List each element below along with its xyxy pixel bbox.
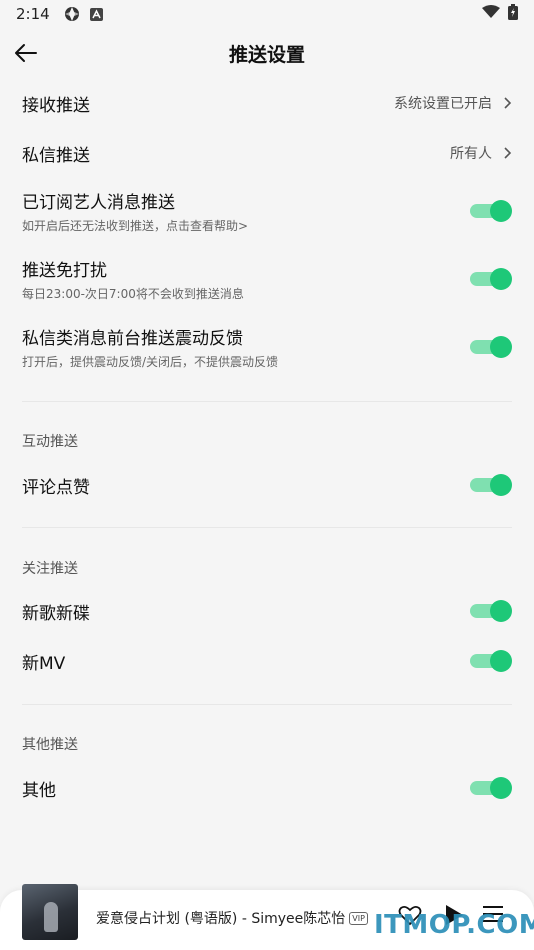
status-bar: 2:14 bbox=[0, 0, 534, 28]
back-button[interactable] bbox=[12, 39, 40, 67]
battery-icon bbox=[508, 4, 518, 24]
dm-vibrate-label: 私信类消息前台推送震动反馈 bbox=[22, 329, 243, 349]
dm-push-audience: 所有人 bbox=[450, 146, 492, 162]
artist-push-row: 已订阅艺人消息推送 如开启后还无法收到推送，点击查看帮助> bbox=[0, 186, 534, 236]
comment-likes-label: 评论点赞 bbox=[22, 477, 90, 498]
album-art[interactable] bbox=[22, 884, 78, 940]
app-bar: 推送设置 bbox=[0, 28, 534, 78]
other-label: 其他 bbox=[22, 780, 56, 801]
section-header-other: 其他推送 bbox=[22, 737, 78, 753]
toggle-knob bbox=[490, 777, 512, 799]
dnd-row: 推送免打扰 每日23:00-次日7:00将不会收到推送消息 bbox=[0, 254, 534, 304]
divider bbox=[22, 704, 512, 705]
dm-vibrate-description: 打开后，提供震动反馈/关闭后，不提供震动反馈 bbox=[22, 355, 279, 369]
toggle-knob bbox=[490, 474, 512, 496]
chevron-right-icon bbox=[504, 147, 512, 159]
toggle-knob bbox=[490, 336, 512, 358]
new-mv-label: 新MV bbox=[22, 653, 66, 674]
comment-likes-toggle[interactable] bbox=[470, 473, 512, 497]
wifi-icon bbox=[482, 5, 500, 23]
status-time: 2:14 bbox=[16, 5, 50, 23]
artist-push-help-link[interactable]: 如开启后还无法收到推送，点击查看帮助> bbox=[22, 217, 248, 234]
comment-likes-row: 评论点赞 bbox=[0, 462, 534, 508]
receive-push-status: 系统设置已开启 bbox=[394, 96, 492, 112]
new-mv-toggle[interactable] bbox=[470, 649, 512, 673]
divider bbox=[22, 527, 512, 528]
new-songs-label: 新歌新碟 bbox=[22, 603, 90, 624]
new-songs-row: 新歌新碟 bbox=[0, 588, 534, 634]
divider bbox=[22, 401, 512, 402]
aperture-icon bbox=[64, 6, 80, 22]
chevron-right-icon bbox=[504, 97, 512, 109]
new-songs-toggle[interactable] bbox=[470, 599, 512, 623]
toggle-knob bbox=[490, 600, 512, 622]
page-title: 推送设置 bbox=[228, 43, 305, 66]
new-mv-row: 新MV bbox=[0, 638, 534, 684]
dnd-description: 每日23:00-次日7:00将不会收到推送消息 bbox=[22, 287, 244, 301]
section-header-interaction: 互动推送 bbox=[22, 434, 78, 450]
dm-push-row[interactable]: 私信推送 所有人 bbox=[0, 130, 534, 176]
album-art-figure bbox=[44, 902, 58, 932]
dnd-toggle[interactable] bbox=[470, 267, 512, 291]
receive-push-row[interactable]: 接收推送 系统设置已开启 bbox=[0, 80, 534, 126]
now-playing[interactable]: 爱意侵占计划 (粤语版) - Simyee陈芯怡 VIP bbox=[96, 908, 368, 928]
watermark: ITMOP.COM bbox=[374, 910, 534, 940]
now-playing-title: 爱意侵占计划 (粤语版) - Simyee陈芯怡 bbox=[96, 911, 346, 927]
receive-push-label: 接收推送 bbox=[22, 95, 90, 116]
arrow-left-icon bbox=[15, 44, 37, 62]
vip-badge: VIP bbox=[349, 911, 368, 925]
toggle-knob bbox=[490, 268, 512, 290]
section-header-follow: 关注推送 bbox=[22, 561, 78, 577]
artist-push-label: 已订阅艺人消息推送 bbox=[22, 193, 175, 213]
notification-a-icon bbox=[89, 7, 103, 21]
dm-push-label: 私信推送 bbox=[22, 145, 90, 166]
dm-vibrate-toggle[interactable] bbox=[470, 335, 512, 359]
toggle-knob bbox=[490, 200, 512, 222]
dm-vibrate-row: 私信类消息前台推送震动反馈 打开后，提供震动反馈/关闭后，不提供震动反馈 bbox=[0, 322, 534, 372]
dm-push-value: 所有人 bbox=[450, 143, 512, 163]
artist-push-toggle[interactable] bbox=[470, 199, 512, 223]
toggle-knob bbox=[490, 650, 512, 672]
other-toggle[interactable] bbox=[470, 776, 512, 800]
dnd-label: 推送免打扰 bbox=[22, 261, 107, 281]
receive-push-value: 系统设置已开启 bbox=[394, 93, 512, 113]
other-row: 其他 bbox=[0, 765, 534, 811]
